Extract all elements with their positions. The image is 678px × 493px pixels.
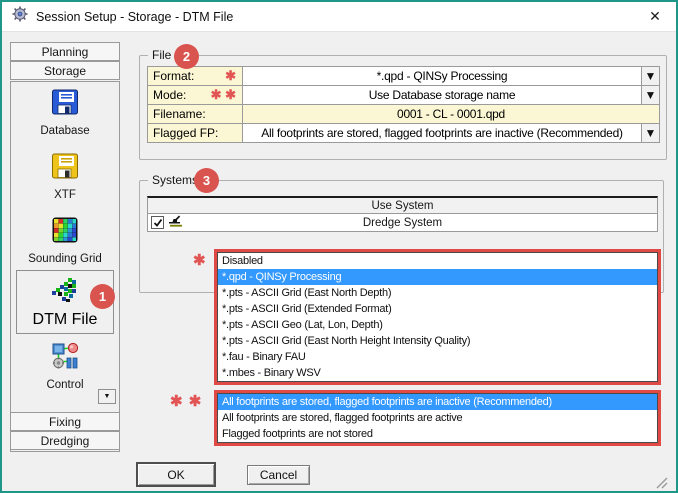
format-option[interactable]: *.mbes - Binary WSV <box>218 365 657 381</box>
format-required-marker-large: ✱ <box>193 251 207 269</box>
planning-label: Planning <box>42 45 89 59</box>
cancel-button[interactable]: Cancel <box>247 465 310 485</box>
use-system-header: Use System <box>147 196 658 214</box>
panel-scroll-down-button[interactable]: ▼ <box>98 389 116 404</box>
sounding-grid-icon <box>50 215 80 250</box>
mode-dropdown[interactable]: Use Database storage name <box>243 86 642 105</box>
file-settings-table: Format: ✱ *.qpd - QINSy Processing ▼ Mod… <box>147 66 660 143</box>
format-options-list: Disabled *.qpd - QINSy Processing *.pts … <box>217 252 658 382</box>
app-gear-icon <box>12 6 28 27</box>
checkmark-icon <box>153 218 163 228</box>
file-group-title: File <box>148 48 175 62</box>
chevron-down-icon: ▼ <box>645 88 657 102</box>
format-option[interactable]: *.fau - Binary FAU <box>218 349 657 365</box>
dredging-label: Dredging <box>41 434 90 448</box>
mode-dropdown-arrow[interactable]: ▼ <box>642 86 660 105</box>
dredge-system-row[interactable]: Dredge System <box>147 214 658 232</box>
sidebar-item-planning[interactable]: Planning <box>10 42 120 61</box>
chevron-down-icon: ▼ <box>645 126 657 140</box>
sidebar-item-sounding-grid[interactable]: Sounding Grid <box>11 215 119 265</box>
annotation-step-1: 1 <box>90 284 115 309</box>
format-option[interactable]: *.pts - ASCII Grid (Extended Format) <box>218 301 657 317</box>
sidebar-item-dredging[interactable]: Dredging <box>10 431 120 450</box>
mode-row: Mode: ✱ ✱ Use Database storage name ▼ <box>148 86 660 105</box>
filename-label: Filename: <box>153 107 206 121</box>
control-icon <box>50 341 80 376</box>
format-label: Format: <box>153 69 194 83</box>
floppy-blue-icon <box>50 87 80 122</box>
dredge-system-label: Dredge System <box>148 217 657 229</box>
flagged-option-selected[interactable]: All footprints are stored, flagged footp… <box>218 394 657 410</box>
flagged-options-list: All footprints are stored, flagged footp… <box>217 393 658 443</box>
format-option[interactable]: *.pts - ASCII Grid (East North Height In… <box>218 333 657 349</box>
flagged-option[interactable]: All footprints are stored, flagged footp… <box>218 410 657 426</box>
chevron-down-icon: ▼ <box>104 393 111 400</box>
format-required-marker: ✱ <box>225 68 236 84</box>
dialog-window: Session Setup - Storage - DTM File ✕ Pla… <box>0 0 678 493</box>
fixing-label: Fixing <box>49 415 81 429</box>
mode-label-cell: Mode: ✱ ✱ <box>148 86 243 105</box>
filename-value: 0001 - CL - 0001.qpd <box>243 105 660 124</box>
format-options-annotation-box: Disabled *.qpd - QINSy Processing *.pts … <box>214 249 661 385</box>
file-groupbox: File Format: ✱ *.qpd - QINSy Processing … <box>139 55 667 160</box>
flagged-option[interactable]: Flagged footprints are not stored <box>218 426 657 442</box>
storage-category-panel: Database XTF <box>10 81 120 452</box>
window-title: Session Setup - Storage - DTM File <box>36 10 233 24</box>
flagged-fp-label-cell: Flagged FP: <box>148 124 243 143</box>
use-system-checkbox[interactable] <box>151 216 164 229</box>
close-icon[interactable]: ✕ <box>644 6 666 28</box>
flagged-fp-row: Flagged FP: All footprints are stored, f… <box>148 124 660 143</box>
resize-grip[interactable] <box>654 475 668 489</box>
database-label: Database <box>40 125 89 137</box>
mode-required-marker: ✱ ✱ <box>211 87 236 103</box>
dtm-mesh-icon <box>48 276 82 311</box>
format-option[interactable]: *.pts - ASCII Geo (Lat, Lon, Depth) <box>218 317 657 333</box>
flagged-options-annotation-box: All footprints are stored, flagged footp… <box>214 390 661 446</box>
sidebar-item-storage[interactable]: Storage <box>10 61 120 80</box>
mode-label: Mode: <box>153 88 186 102</box>
format-option[interactable]: *.pts - ASCII Grid (East North Depth) <box>218 285 657 301</box>
format-row: Format: ✱ *.qpd - QINSy Processing ▼ <box>148 67 660 86</box>
flagged-fp-dropdown[interactable]: All footprints are stored, flagged footp… <box>243 124 642 143</box>
sidebar-item-database[interactable]: Database <box>11 87 119 137</box>
sidebar-item-fixing[interactable]: Fixing <box>10 412 120 431</box>
filename-row: Filename: 0001 - CL - 0001.qpd <box>148 105 660 124</box>
sidebar-item-control[interactable]: Control <box>11 341 119 391</box>
filename-label-cell: Filename: <box>148 105 243 124</box>
format-label-cell: Format: ✱ <box>148 67 243 86</box>
title-bar: Session Setup - Storage - DTM File ✕ <box>2 2 676 32</box>
format-dropdown-arrow[interactable]: ▼ <box>642 67 660 86</box>
flagged-fp-label: Flagged FP: <box>153 126 218 140</box>
ok-button[interactable]: OK <box>137 463 215 486</box>
chevron-down-icon: ▼ <box>645 69 657 83</box>
sidebar-item-xtf[interactable]: XTF <box>11 151 119 201</box>
format-option-selected[interactable]: *.qpd - QINSy Processing <box>218 269 657 285</box>
sounding-grid-label: Sounding Grid <box>28 253 102 265</box>
control-label: Control <box>46 379 83 391</box>
floppy-yellow-icon <box>50 151 80 186</box>
flagged-required-marker-large: ✱ ✱ <box>170 392 202 410</box>
format-dropdown[interactable]: *.qpd - QINSy Processing <box>243 67 642 86</box>
format-option[interactable]: Disabled <box>218 253 657 269</box>
systems-table: Use System Dredge System <box>147 196 658 232</box>
flagged-fp-dropdown-arrow[interactable]: ▼ <box>642 124 660 143</box>
storage-label: Storage <box>44 64 86 78</box>
annotation-step-3: 3 <box>194 168 219 193</box>
xtf-label: XTF <box>54 189 76 201</box>
dtm-file-label: DTM File <box>33 311 98 329</box>
annotation-step-2: 2 <box>174 44 199 69</box>
dredge-system-icon <box>167 214 184 232</box>
dialog-body: Planning Storage Database <box>2 32 676 491</box>
